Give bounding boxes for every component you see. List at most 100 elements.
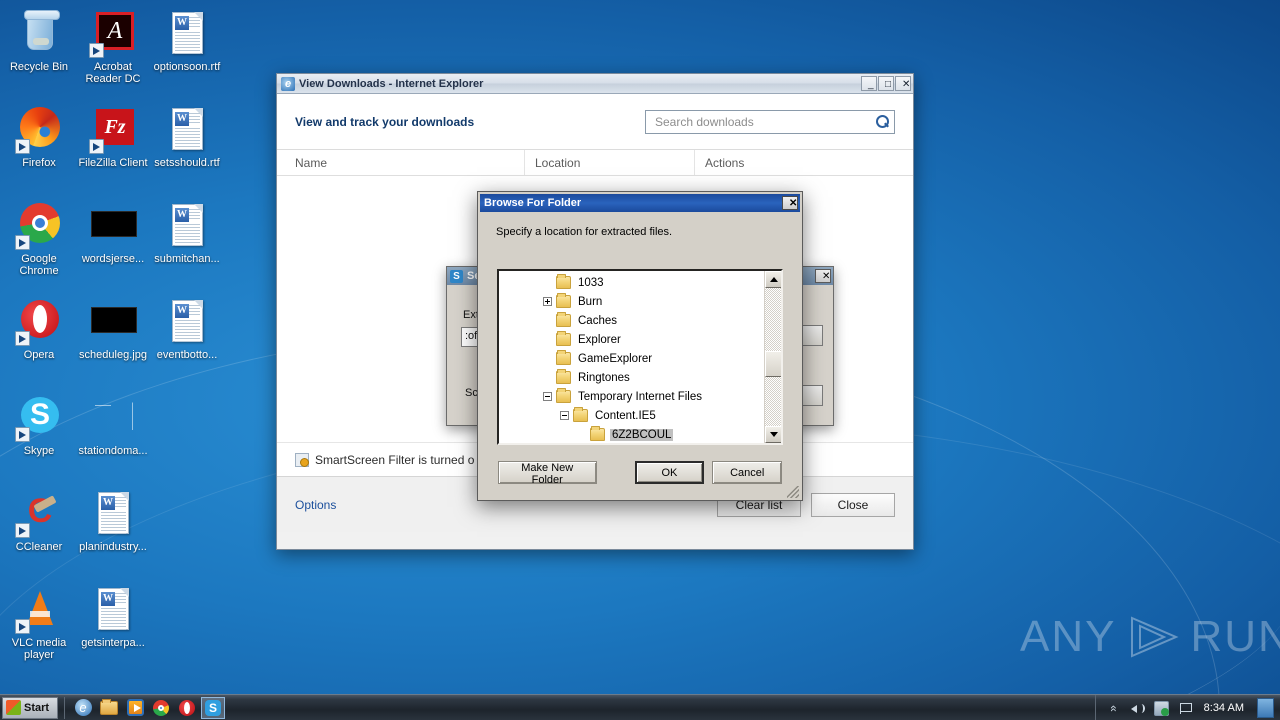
dialog-title-bar[interactable]: Browse For Folder ✕ [480,194,800,212]
desktop-icon-label: scheduleg.jpg [79,349,147,361]
network-icon[interactable] [1153,700,1169,716]
desktop-icon-ccleaner[interactable]: CCleaner [2,490,76,553]
ok-button[interactable]: OK [634,461,705,484]
opera-icon [15,298,63,346]
taskbar-skype[interactable]: S [201,696,225,719]
word-document-icon: W [163,106,211,154]
folder-icon [556,293,571,308]
close-downloads-button[interactable]: Close [811,492,895,517]
sfx-close-button[interactable]: ✕ [815,269,831,283]
desktop-icon-wordsjerse[interactable]: wordsjerse... [76,202,150,265]
desktop-icon-scheduleg-jpg[interactable]: scheduleg.jpg [76,298,150,361]
desktop[interactable]: Recycle Bin Acrobat Reader DC W optionso… [0,0,1280,720]
desktop-icon-acrobat-reader-dc[interactable]: Acrobat Reader DC [76,10,150,85]
browse-for-folder-dialog[interactable]: Browse For Folder ✕ Specify a location f… [477,191,803,501]
column-header-location[interactable]: Location [524,150,694,175]
desktop-icon-label: VLC media player [11,637,67,661]
sfx-app-icon: S [450,269,463,283]
folder-icon [590,426,605,441]
desktop-icon-firefox[interactable]: Firefox [2,106,76,169]
play-triangle-icon [1126,614,1180,660]
volume-icon[interactable] [1130,701,1145,716]
taskbar-media-player[interactable] [123,697,147,719]
taskbar-windows-explorer[interactable] [97,697,121,719]
search-box[interactable] [645,109,895,134]
tree-scrollbar[interactable] [764,271,781,443]
show-hidden-icons-icon[interactable] [1106,701,1121,716]
taskbar-google-chrome[interactable] [149,697,173,719]
desktop-icon-label: Google Chrome [19,253,59,277]
smartscreen-text: SmartScreen Filter is turned o [315,452,475,467]
desktop-icon-label: wordsjerse... [81,253,145,265]
action-center-flag-icon[interactable] [1178,701,1193,716]
taskbar-opera[interactable] [175,697,199,719]
scroll-down-button[interactable] [765,426,781,443]
dialog-close-button[interactable]: ✕ [782,196,798,210]
maximize-button[interactable]: □ [878,76,894,91]
tree-item[interactable]: Caches [499,311,764,330]
start-button[interactable]: Start [2,696,58,719]
dialog-title: Browse For Folder [484,197,582,209]
desktop-icon-planindustry[interactable]: W planindustry... [76,490,150,553]
column-header-actions[interactable]: Actions [694,150,894,175]
desktop-icon-label: Acrobat Reader DC [85,61,141,85]
folder-icon [556,388,571,403]
ie-title-bar[interactable]: View Downloads - Internet Explorer _ □ ✕ [277,74,913,94]
opera-icon [179,699,195,716]
tree-item[interactable]: Content.IE5 [499,406,764,425]
tree-item[interactable]: 1033 [499,273,764,292]
collapse-icon[interactable] [560,411,569,420]
downloads-column-headers: Name Location Actions [277,150,913,176]
cancel-button[interactable]: Cancel [712,461,782,484]
image-thumbnail-icon [89,298,137,346]
tree-item[interactable]: Ringtones [499,368,764,387]
quick-launch-bar: S [64,696,225,719]
collapse-icon[interactable] [543,392,552,401]
desktop-icon-label: CCleaner [15,541,63,553]
desktop-icon-filezilla-client[interactable]: FileZilla Client [76,106,150,169]
desktop-icon-submitchan[interactable]: W submitchan... [150,202,224,265]
column-header-name[interactable]: Name [277,150,524,175]
start-label: Start [24,701,50,714]
search-icon[interactable] [874,114,890,130]
tree-item[interactable]: 6Z2BCOUL [499,425,764,443]
desktop-icon-opera[interactable]: Opera [2,298,76,361]
tree-item[interactable]: Explorer [499,330,764,349]
show-desktop-button[interactable] [1257,698,1274,718]
close-button[interactable]: ✕ [895,76,911,91]
window-controls: _ □ ✕ [861,76,911,91]
folder-tree[interactable]: 1033 Burn Caches Explorer GameExplorer Ringto… [499,271,764,443]
tree-item-label: Explorer [578,333,621,346]
search-input[interactable] [653,113,874,130]
tree-item[interactable]: Temporary Internet Files [499,387,764,406]
desktop-icon-stationdoma[interactable]: stationdoma... [76,394,150,457]
desktop-icon-recycle-bin[interactable]: Recycle Bin [2,10,76,73]
expand-icon[interactable] [543,297,552,306]
resize-grip[interactable] [787,486,799,498]
scroll-thumb[interactable] [765,351,781,377]
desktop-icon-getsinterpa[interactable]: W getsinterpa... [76,586,150,649]
taskbar[interactable]: Start S 8:34 AM [0,694,1280,720]
tree-item[interactable]: GameExplorer [499,349,764,368]
taskbar-internet-explorer[interactable] [71,697,95,719]
desktop-icon-setsshould-rtf[interactable]: W setsshould.rtf [150,106,224,169]
desktop-icon-skype[interactable]: Skype [2,394,76,457]
folder-icon [100,698,118,715]
desktop-icon-label: optionsoon.rtf [153,61,221,73]
desktop-icon-eventbotto[interactable]: W eventbotto... [150,298,224,361]
anyrun-watermark: ANY RUN [1020,612,1280,662]
minimize-button[interactable]: _ [861,76,877,91]
clock[interactable]: 8:34 AM [1202,702,1246,714]
folder-tree-container[interactable]: 1033 Burn Caches Explorer GameExplorer Ringto… [497,269,783,445]
tree-item[interactable]: Burn [499,292,764,311]
folder-icon [556,331,571,346]
watermark-text-left: ANY [1020,612,1117,661]
make-new-folder-button[interactable]: Make New Folder [498,461,597,486]
scroll-up-button[interactable] [765,271,781,288]
recycle-bin-icon [15,10,63,58]
vlc-icon [15,586,63,634]
desktop-icon-google-chrome[interactable]: Google Chrome [2,202,76,277]
desktop-icon-vlc-media-player[interactable]: VLC media player [2,586,76,661]
desktop-icon-optionsoon-rtf[interactable]: W optionsoon.rtf [150,10,224,73]
skype-icon: S [205,699,221,716]
